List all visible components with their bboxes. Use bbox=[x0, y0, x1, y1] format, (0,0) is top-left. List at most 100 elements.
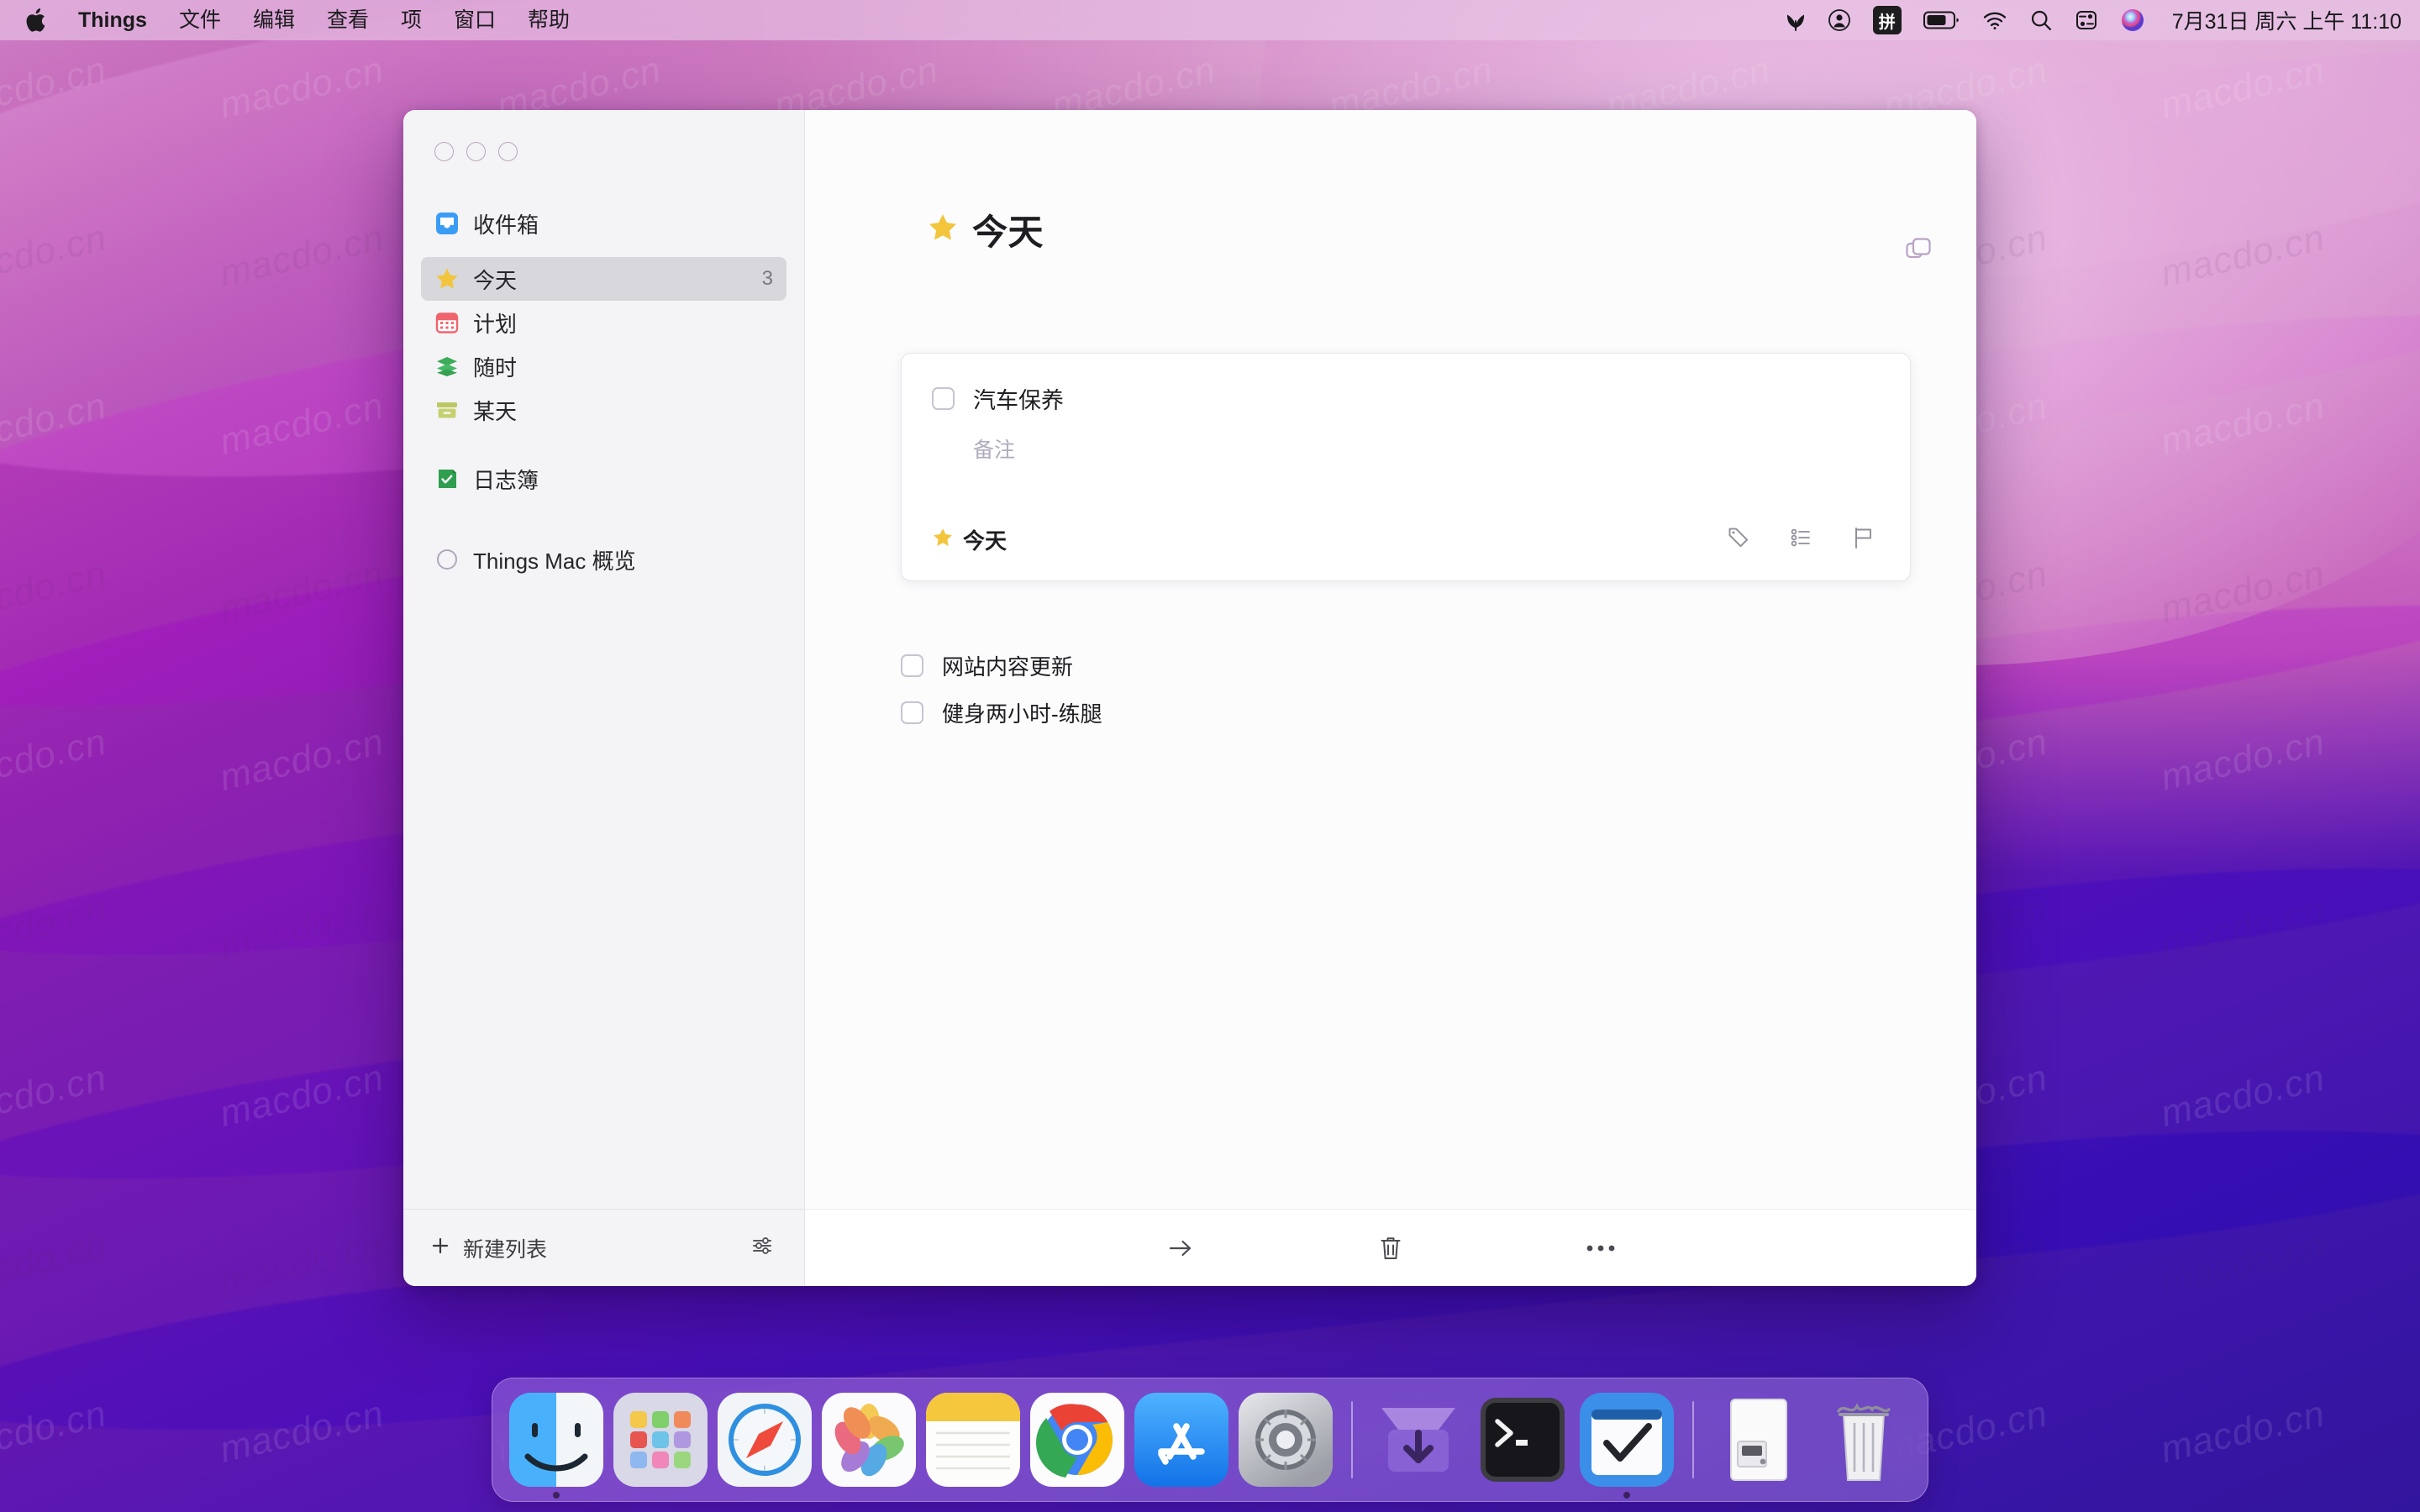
dock-item-downloads-stack[interactable] bbox=[1370, 1391, 1467, 1488]
task-list-scroll-area: 今天 汽车保养 备注 今天 bbox=[805, 110, 1976, 1209]
menu-item-window[interactable]: 窗口 bbox=[438, 0, 512, 40]
sidebar-item-label: Things Mac 概览 bbox=[473, 544, 636, 575]
layers-icon bbox=[434, 354, 460, 379]
move-arrow-icon[interactable] bbox=[1076, 1235, 1286, 1262]
tag-icon[interactable] bbox=[1725, 524, 1752, 555]
spotlight-search-icon[interactable] bbox=[2029, 8, 2053, 32]
dock-divider bbox=[1351, 1401, 1353, 1478]
spacer bbox=[421, 501, 786, 526]
selected-task-card[interactable]: 汽车保养 备注 今天 bbox=[901, 353, 1911, 581]
task-title[interactable]: 汽车保养 bbox=[973, 382, 1064, 415]
dock-item-chrome[interactable] bbox=[1028, 1391, 1126, 1488]
calendar-icon bbox=[434, 310, 460, 335]
star-icon bbox=[932, 527, 954, 553]
user-account-icon[interactable] bbox=[1828, 8, 1851, 32]
dock-item-trash[interactable] bbox=[1815, 1391, 1912, 1488]
new-list-label: 新建列表 bbox=[463, 1233, 547, 1263]
things-app-window: 收件箱 今天 3 bbox=[403, 110, 1976, 1286]
menu-item-things[interactable]: Things bbox=[62, 0, 163, 40]
task-checkbox[interactable] bbox=[901, 654, 923, 677]
sidebar-item-someday[interactable]: 某天 bbox=[421, 388, 786, 432]
task-checkbox[interactable] bbox=[901, 701, 923, 724]
sidebar-item-anytime[interactable]: 随时 bbox=[421, 344, 786, 388]
task-when-label: 今天 bbox=[963, 524, 1007, 555]
window-controls bbox=[403, 110, 804, 161]
plus-icon bbox=[429, 1234, 452, 1262]
task-checkbox[interactable] bbox=[932, 387, 955, 410]
menu-bar-clock[interactable]: 7月31日 周六 上午 11:10 bbox=[2172, 5, 2402, 35]
dock-item-photos[interactable] bbox=[820, 1391, 918, 1488]
logbook-icon bbox=[434, 466, 460, 491]
running-indicator bbox=[553, 1492, 560, 1499]
dock-item-app-store[interactable] bbox=[1133, 1391, 1230, 1488]
bartender-leaf-icon[interactable] bbox=[1786, 8, 1806, 32]
sidebar-item-inbox[interactable]: 收件箱 bbox=[421, 202, 786, 245]
dock-item-things[interactable] bbox=[1578, 1391, 1676, 1488]
dock-item-finder[interactable] bbox=[508, 1391, 605, 1488]
menu-bar-left: Things 文件 编辑 查看 项 窗口 帮助 bbox=[25, 0, 586, 40]
menu-bar: Things 文件 编辑 查看 项 窗口 帮助 拼 bbox=[0, 0, 2420, 40]
dock-item-terminal[interactable] bbox=[1474, 1391, 1571, 1488]
sidebar: 收件箱 今天 3 bbox=[403, 110, 805, 1286]
sidebar-item-project-overview[interactable]: Things Mac 概览 bbox=[421, 538, 786, 581]
task-title: 网站内容更新 bbox=[942, 650, 1073, 681]
project-circle-icon bbox=[434, 547, 460, 572]
dock-item-system-preferences[interactable] bbox=[1237, 1391, 1334, 1488]
flag-icon[interactable] bbox=[1851, 525, 1876, 554]
page-title-row: 今天 bbox=[805, 110, 1976, 255]
main-toolbar bbox=[805, 1209, 1976, 1286]
siri-icon[interactable] bbox=[2120, 8, 2145, 33]
task-card-actions bbox=[1725, 524, 1876, 555]
sidebar-item-label: 今天 bbox=[473, 264, 517, 295]
close-button[interactable] bbox=[434, 142, 454, 161]
star-icon bbox=[434, 266, 460, 291]
battery-icon[interactable] bbox=[1923, 9, 1960, 31]
spacer bbox=[421, 526, 786, 538]
task-row[interactable]: 健身两小时-练腿 bbox=[901, 689, 1976, 736]
star-icon bbox=[927, 212, 959, 248]
sidebar-settings-button[interactable] bbox=[749, 1232, 776, 1263]
dock-item-notes[interactable] bbox=[924, 1391, 1022, 1488]
running-indicator bbox=[1623, 1492, 1630, 1499]
task-title: 健身两小时-练腿 bbox=[942, 697, 1102, 728]
dock-divider bbox=[1692, 1401, 1694, 1478]
task-notes-field[interactable]: 备注 bbox=[973, 433, 1876, 464]
trash-icon[interactable] bbox=[1286, 1234, 1496, 1263]
sidebar-item-label: 某天 bbox=[473, 395, 517, 426]
wifi-icon[interactable] bbox=[1982, 9, 2007, 31]
menu-item-file[interactable]: 文件 bbox=[163, 0, 237, 40]
menu-item-item[interactable]: 项 bbox=[385, 0, 438, 40]
task-rows: 网站内容更新 健身两小时-练腿 bbox=[901, 642, 1976, 736]
checklist-icon[interactable] bbox=[1789, 525, 1814, 554]
input-method-pinyin-icon[interactable]: 拼 bbox=[1873, 6, 1902, 34]
spacer bbox=[421, 245, 786, 257]
sidebar-item-logbook[interactable]: 日志簿 bbox=[421, 457, 786, 501]
page-title: 今天 bbox=[972, 204, 1044, 255]
task-title-row: 汽车保养 bbox=[932, 382, 1876, 415]
menu-item-help[interactable]: 帮助 bbox=[512, 0, 586, 40]
main-content: 今天 汽车保养 备注 今天 bbox=[805, 110, 1976, 1286]
menu-item-view[interactable]: 查看 bbox=[311, 0, 385, 40]
apple-logo-icon[interactable] bbox=[25, 7, 62, 34]
sidebar-item-label: 日志簿 bbox=[473, 464, 539, 495]
more-ellipsis-icon[interactable] bbox=[1496, 1242, 1706, 1254]
sidebar-list: 收件箱 今天 3 bbox=[403, 161, 804, 581]
dock-item-files-stack[interactable] bbox=[1711, 1391, 1808, 1488]
zoom-button[interactable] bbox=[498, 142, 518, 161]
dock-item-safari[interactable] bbox=[716, 1391, 813, 1488]
sidebar-item-today[interactable]: 今天 3 bbox=[421, 257, 786, 301]
spacer bbox=[421, 432, 786, 457]
task-when-chip[interactable]: 今天 bbox=[932, 524, 1007, 555]
sidebar-item-label: 收件箱 bbox=[473, 208, 539, 239]
sidebar-item-upcoming[interactable]: 计划 bbox=[421, 301, 786, 344]
inbox-tray-icon bbox=[434, 211, 460, 236]
sidebar-footer: 新建列表 bbox=[403, 1209, 804, 1286]
minimize-button[interactable] bbox=[466, 142, 486, 161]
task-row[interactable]: 网站内容更新 bbox=[901, 642, 1976, 689]
dock-item-launchpad[interactable] bbox=[612, 1391, 709, 1488]
control-center-icon[interactable] bbox=[2075, 8, 2098, 32]
new-list-button[interactable]: 新建列表 bbox=[429, 1233, 547, 1263]
sidebar-item-label: 计划 bbox=[473, 307, 517, 339]
task-card-footer: 今天 bbox=[932, 524, 1876, 555]
menu-item-edit[interactable]: 编辑 bbox=[237, 0, 311, 40]
